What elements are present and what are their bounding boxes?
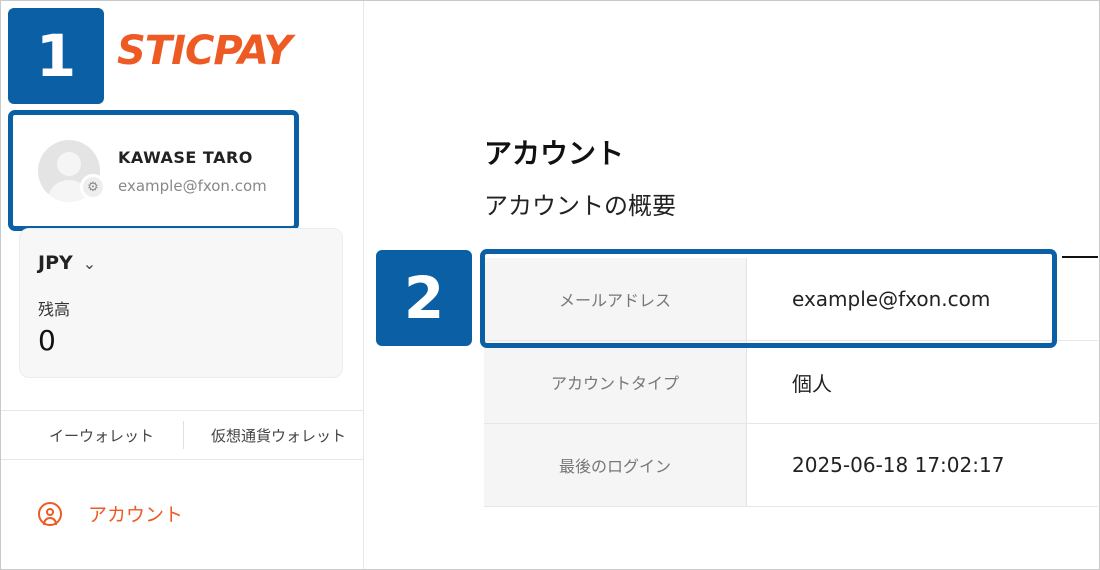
- chevron-down-icon: ⌄: [82, 253, 97, 273]
- sticpay-logo[interactable]: STICPAY: [117, 28, 292, 74]
- highlight-email-row: [480, 249, 1057, 348]
- page-title: アカウント: [484, 137, 625, 170]
- user-email: example@fxon.com: [118, 177, 267, 195]
- table-row: 最後のログイン 2025-06-18 17:02:17: [484, 424, 1098, 507]
- step-badge-1: 1: [8, 8, 104, 104]
- row-label-account-type: アカウントタイプ: [484, 341, 747, 423]
- balance-label: 残高: [38, 300, 71, 319]
- row-value-last-login: 2025-06-18 17:02:17: [792, 453, 1005, 477]
- currency-label: JPY: [38, 252, 73, 274]
- gear-icon[interactable]: ⚙: [80, 174, 106, 200]
- wallet-tabs: イーウォレット 仮想通貨ウォレット: [1, 410, 363, 460]
- step-badge-2: 2: [376, 250, 472, 346]
- tab-crypto-wallet[interactable]: 仮想通貨ウォレット: [211, 425, 346, 446]
- currency-selector[interactable]: JPY ⌄: [38, 252, 96, 274]
- tab-e-wallet[interactable]: イーウォレット: [49, 425, 154, 446]
- sidebar-item-account[interactable]: アカウント: [38, 500, 183, 527]
- table-row: アカウントタイプ 個人: [484, 341, 1098, 424]
- row-label-last-login: 最後のログイン: [484, 424, 747, 506]
- user-circle-icon: [38, 501, 62, 526]
- sidebar-item-label: アカウント: [88, 504, 184, 526]
- balance-value: 0: [38, 324, 56, 357]
- tab-divider: [183, 421, 184, 449]
- row-value-account-type: 個人: [792, 371, 832, 396]
- page-subtitle: アカウントの概要: [484, 192, 676, 220]
- user-name: KAWASE TARO: [118, 148, 253, 167]
